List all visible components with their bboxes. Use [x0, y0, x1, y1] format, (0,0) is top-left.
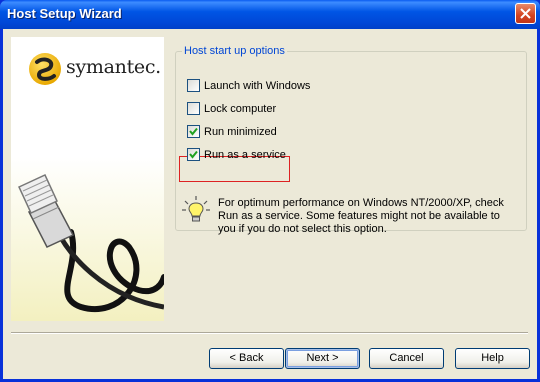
lock-computer-label: Lock computer [204, 102, 277, 115]
run-as-service-label: Run as a service [204, 148, 286, 161]
launch-with-windows-checkbox[interactable] [187, 79, 200, 92]
lock-computer-checkbox[interactable] [187, 102, 200, 115]
service-info-text: For optimum performance on Windows NT/20… [218, 197, 504, 235]
network-cable-image [11, 157, 164, 321]
close-button[interactable] [515, 3, 536, 24]
group-legend: Host start up options [184, 45, 285, 57]
run-minimized-option[interactable]: Run minimized [187, 124, 277, 139]
window-title: Host Setup Wizard [7, 6, 122, 21]
run-minimized-label: Run minimized [204, 125, 277, 138]
wizard-window: Host Setup Wizard symantec. Host start u… [0, 0, 540, 382]
check-icon [189, 127, 198, 136]
check-icon [189, 150, 198, 159]
title-bar[interactable]: Host Setup Wizard [0, 0, 540, 29]
brand-panel: symantec. [11, 37, 164, 321]
close-icon [520, 8, 531, 19]
button-separator [11, 332, 528, 334]
back-button[interactable]: < Back [209, 348, 284, 369]
symantec-logo-icon [29, 53, 61, 85]
run-minimized-checkbox[interactable] [187, 125, 200, 138]
run-as-service-option[interactable]: Run as a service [187, 147, 286, 162]
lightbulb-icon [182, 196, 210, 222]
launch-with-windows-option[interactable]: Launch with Windows [187, 78, 310, 93]
launch-with-windows-label: Launch with Windows [204, 79, 311, 92]
cancel-button[interactable]: Cancel [369, 348, 444, 369]
dialog-body: symantec. Host start up options Launch w… [3, 29, 537, 379]
run-as-service-checkbox[interactable] [187, 148, 200, 161]
help-button[interactable]: Help [455, 348, 530, 369]
brand-logo-text: symantec. [66, 56, 161, 78]
host-startup-options-group: Host start up options Launch with Window… [175, 45, 527, 235]
lock-computer-option[interactable]: Lock computer [187, 101, 276, 116]
next-button[interactable]: Next > [285, 348, 360, 369]
